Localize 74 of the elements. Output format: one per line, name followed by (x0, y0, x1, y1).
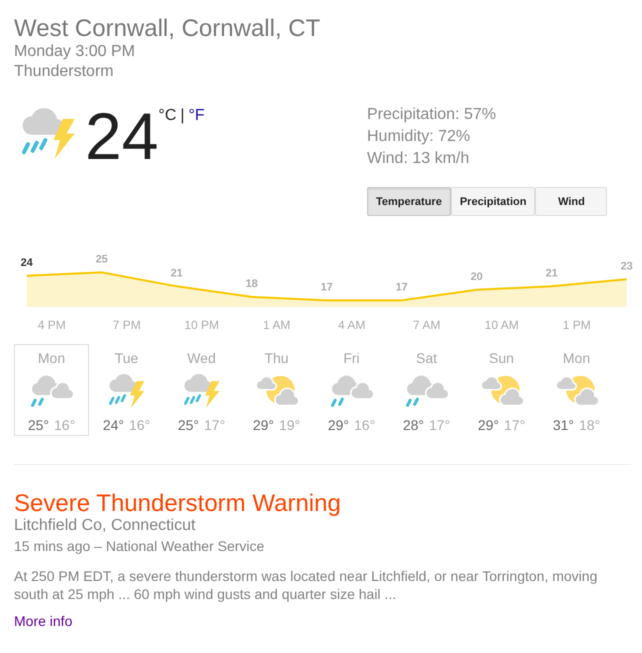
data-label: 17 (396, 281, 408, 294)
data-label: 25 (96, 253, 108, 266)
more-info-link[interactable]: More info (14, 613, 72, 629)
unit-separator: | (180, 106, 185, 126)
weather-detail: Precipitation: 57% (367, 105, 497, 125)
high-temperature: 28° (402, 416, 424, 434)
day-name: Mon (38, 350, 66, 366)
storm-cloud-icon (20, 108, 76, 159)
day-card[interactable]: Fri 29° 16° (314, 344, 389, 436)
data-label: 21 (546, 267, 558, 280)
low-temperature: 17° (204, 416, 226, 434)
sun-cloud-icon (254, 374, 299, 408)
axis-label: 7 PM (112, 318, 141, 332)
low-temperature: 19° (279, 416, 300, 434)
day-card[interactable]: Mon 25° 16° (14, 344, 89, 436)
day-card[interactable]: Sun 29° 17° (464, 344, 539, 436)
day-name: Sun (489, 350, 514, 366)
unit-toggle[interactable]: °C (158, 106, 176, 126)
weather-detail: Humidity: 72% (367, 127, 472, 147)
low-temperature: 16° (129, 416, 150, 434)
rain-cloud-icon (329, 374, 374, 408)
axis-label: 1 PM (562, 318, 591, 332)
axis-label: 10 PM (184, 318, 220, 332)
chart-tab[interactable]: Temperature (367, 187, 451, 216)
day-card[interactable]: Wed 25° 17° (164, 344, 239, 436)
high-temperature: 25° (28, 416, 49, 434)
sun-cloud-icon (554, 374, 599, 408)
day-name: Fri (343, 350, 360, 366)
day-card[interactable]: Tue 24° 16° (89, 344, 164, 436)
weather-condition: Thunderstorm (14, 62, 115, 82)
axis-label: 7 AM (413, 318, 440, 332)
alert-area: Litchfield Co, Connecticut (14, 517, 631, 535)
current-temperature: 24 (85, 103, 158, 169)
day-card[interactable]: Thu 29° 19° (239, 344, 314, 436)
rain-cloud-icon (404, 374, 449, 408)
location-title: West Cornwall, Cornwall, CT (14, 16, 322, 42)
day-name: Wed (187, 350, 216, 366)
day-name: Mon (562, 350, 590, 366)
high-temperature: 29° (478, 416, 499, 434)
weather-detail: Wind: 13 km/h (367, 149, 470, 169)
unit-toggle[interactable]: °F (188, 106, 205, 126)
high-temperature: 31° (552, 416, 574, 434)
axis-label: 4 PM (38, 318, 66, 332)
high-temperature: 29° (252, 416, 274, 434)
data-label: 20 (470, 270, 483, 283)
data-label: 21 (170, 267, 183, 280)
alert-source: 15 mins ago – National Weather Service (14, 537, 266, 555)
low-temperature: 16° (54, 416, 76, 434)
day-name: Thu (264, 350, 289, 366)
low-temperature: 16° (354, 416, 376, 434)
alert-summary: At 250 PM EDT, a severe thunderstorm was located near Litchfield, or near Torrington, moving south at 25 mph ... 60 mph wind gusts and quarter size hail ... (14, 567, 598, 603)
alert-title: Severe Thunderstorm Warning (14, 491, 342, 517)
day-card[interactable]: Mon 31° 18° (539, 344, 614, 436)
low-temperature: 17° (429, 416, 450, 434)
low-temperature: 17° (504, 416, 526, 434)
rain-cloud-icon (29, 374, 74, 408)
data-label: 23 (620, 260, 633, 272)
sun-cloud-icon (479, 374, 524, 408)
data-label: 24 (20, 256, 33, 269)
chart-tab[interactable]: Wind (535, 187, 608, 216)
high-temperature: 29° (328, 416, 349, 434)
data-label: 18 (246, 278, 258, 290)
high-temperature: 25° (178, 416, 199, 434)
low-temperature: 18° (579, 416, 600, 434)
day-name: Tue (114, 350, 138, 366)
day-card[interactable]: Sat 28° 17° (389, 344, 464, 436)
data-label: 17 (320, 281, 333, 294)
axis-label: 10 AM (484, 318, 519, 332)
axis-label: 4 AM (338, 318, 366, 332)
chart-tab[interactable]: Precipitation (450, 187, 536, 216)
day-name: Sat (416, 350, 437, 366)
high-temperature: 24° (102, 416, 124, 434)
local-time: Monday 3:00 PM (14, 42, 136, 62)
axis-label: 1 AM (263, 318, 290, 332)
